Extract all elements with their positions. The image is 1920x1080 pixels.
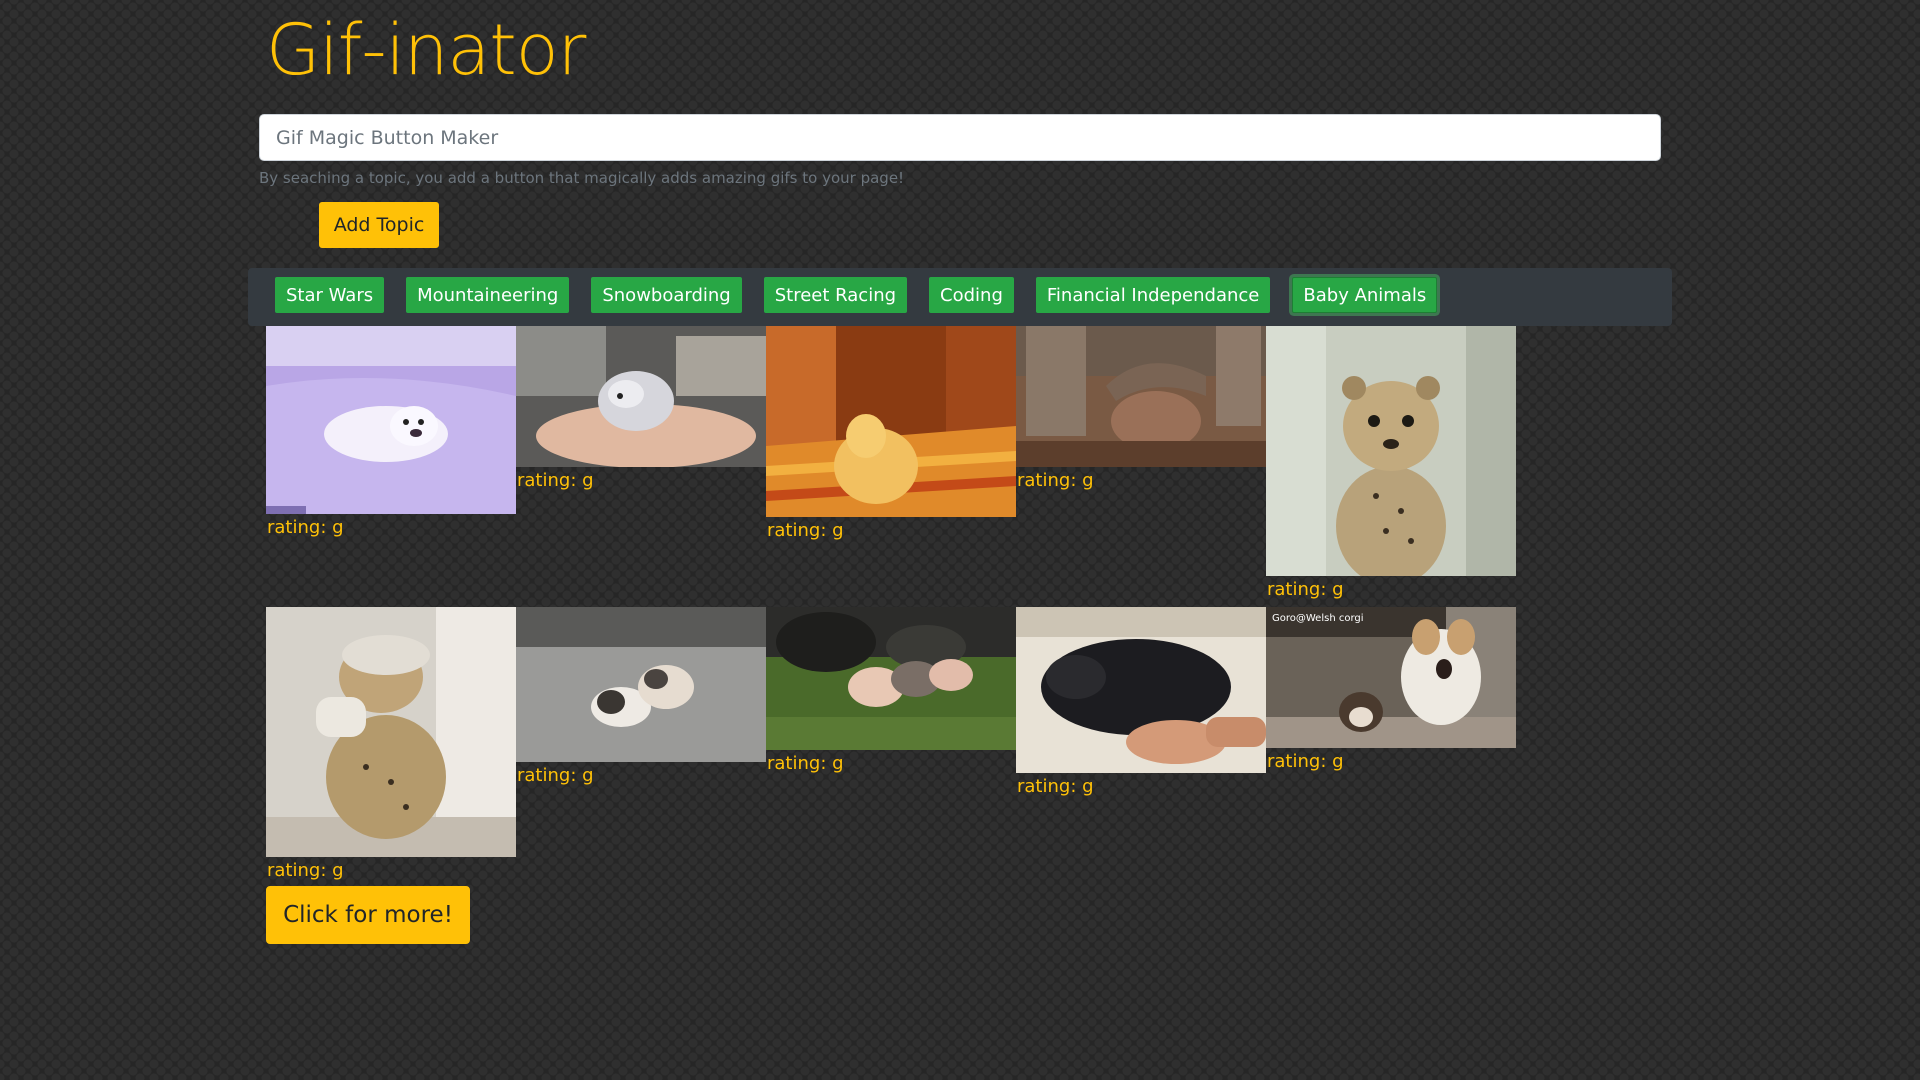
gif-card: rating: g (516, 607, 766, 787)
gif-image-chinchilla[interactable] (516, 326, 766, 467)
gif-row-2: rating: g rating: g rating: g rating: g … (266, 607, 1516, 882)
topic-button-mountaineering[interactable]: Mountaineering (406, 277, 570, 313)
add-topic-button[interactable]: Add Topic (319, 202, 439, 248)
gif-card: rating: g (766, 607, 1016, 775)
gif-rating: rating: g (517, 470, 594, 491)
gif-card: rating: g (766, 326, 1016, 542)
topic-button-snowboarding[interactable]: Snowboarding (591, 277, 742, 313)
gif-image-cheetah-petted[interactable] (266, 607, 516, 857)
gif-rating: rating: g (1267, 579, 1344, 600)
gif-card: Goro@Welsh corgi rating: g (1266, 607, 1516, 773)
gif-card: rating: g (1016, 326, 1266, 492)
gif-image-elephant[interactable] (1016, 326, 1266, 467)
gif-rating: rating: g (267, 860, 344, 881)
gif-image-black-piglet[interactable] (1016, 607, 1266, 773)
gif-rating: rating: g (267, 517, 344, 538)
gif-rating: rating: g (767, 753, 844, 774)
topic-search-input[interactable] (259, 114, 1661, 161)
gif-image-piglets[interactable] (766, 607, 1016, 750)
page-title: Gif-inator (266, 9, 586, 91)
topic-button-star-wars[interactable]: Star Wars (275, 277, 385, 313)
gif-image-corgi[interactable]: Goro@Welsh corgi (1266, 607, 1516, 748)
gif-image-bunny[interactable] (766, 326, 1016, 517)
gif-card: rating: g (1016, 607, 1266, 798)
gif-rating: rating: g (517, 765, 594, 786)
topic-button-street-racing[interactable]: Street Racing (763, 277, 908, 313)
gif-row-1: rating: g rating: g rating: g rating: g … (266, 326, 1516, 601)
gif-card: rating: g (266, 326, 516, 539)
gif-rating: rating: g (1017, 776, 1094, 797)
gif-image-seal[interactable] (266, 326, 516, 514)
search-help-text: By seaching a topic, you add a button th… (259, 169, 905, 187)
gif-rating: rating: g (1017, 470, 1094, 491)
gif-card: rating: g (1266, 326, 1516, 601)
gif-rating: rating: g (1267, 751, 1344, 772)
topic-button-financial-independance[interactable]: Financial Independance (1035, 277, 1271, 313)
gif-watermark-caption: Goro@Welsh corgi (1272, 613, 1364, 624)
gif-card: rating: g (516, 326, 766, 492)
load-more-button[interactable]: Click for more! (266, 886, 470, 944)
topic-button-baby-animals[interactable]: Baby Animals (1292, 277, 1438, 313)
gif-card: rating: g (266, 607, 516, 882)
gif-image-cheetah-cub[interactable] (1266, 326, 1516, 576)
gif-image-pug-puppies[interactable] (516, 607, 766, 762)
topic-button-coding[interactable]: Coding (929, 277, 1014, 313)
topic-button-bar: Star Wars Mountaineering Snowboarding St… (248, 268, 1672, 326)
gif-rating: rating: g (767, 520, 844, 541)
